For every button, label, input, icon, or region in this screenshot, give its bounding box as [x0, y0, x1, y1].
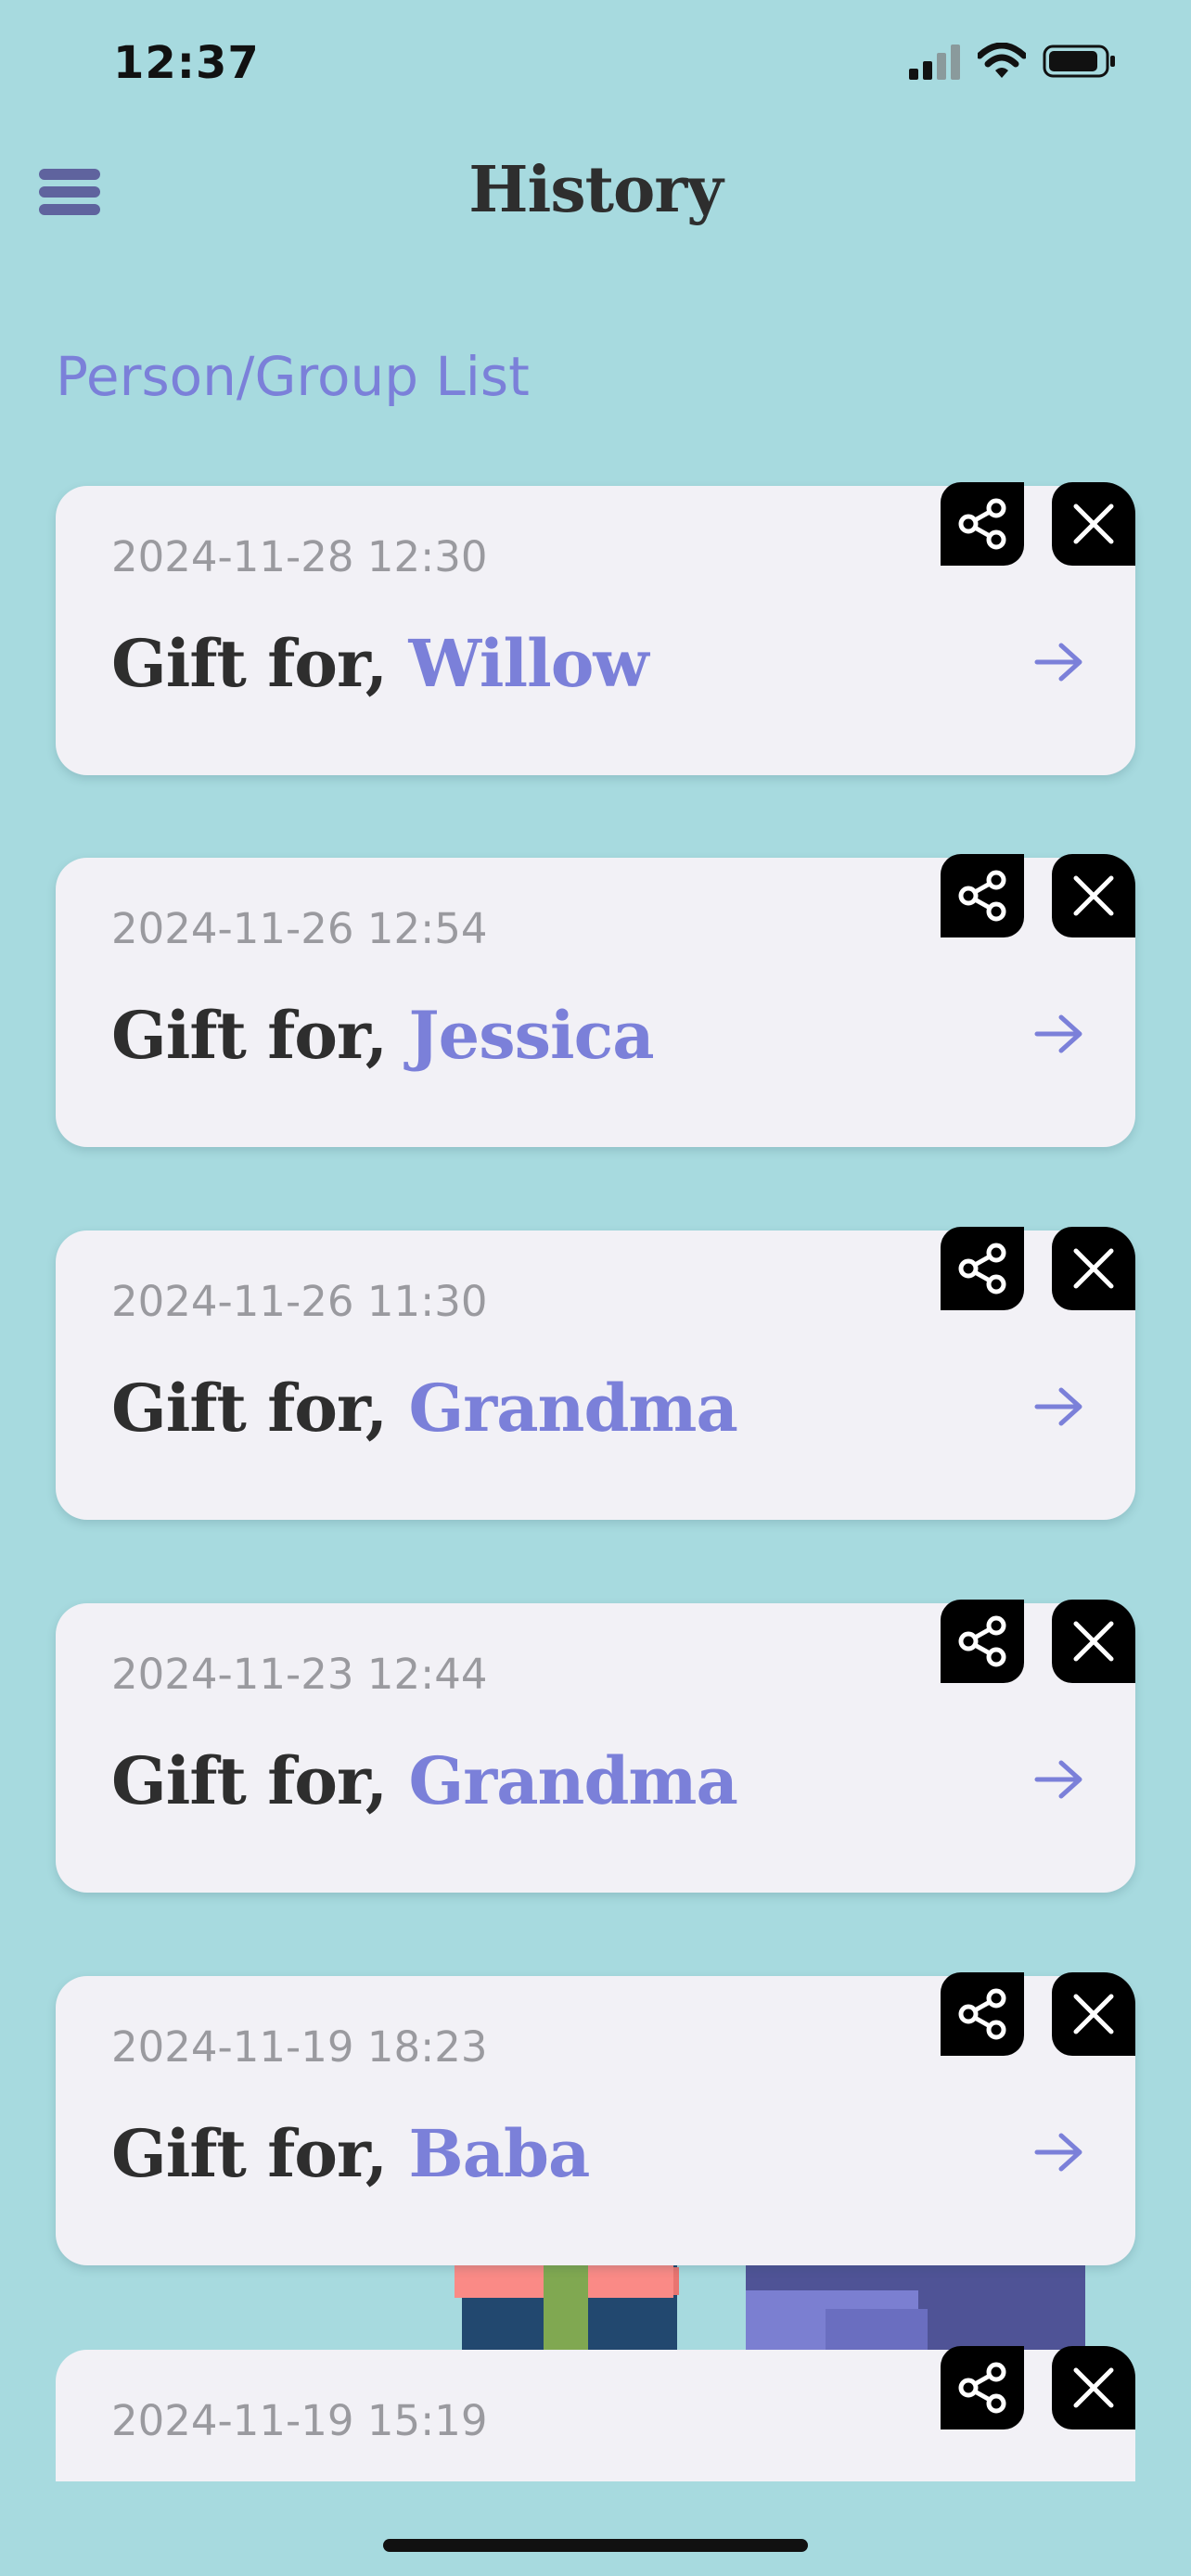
share-button[interactable] [941, 1227, 1024, 1310]
history-card[interactable]: 2024-11-26 12:54 Gift for, Jessica [56, 854, 1135, 1147]
page-title: History [468, 153, 723, 227]
history-card[interactable]: 2024-11-28 12:30 Gift for, Willow [56, 482, 1135, 775]
share-button[interactable] [941, 2346, 1024, 2429]
arrow-right-icon [1034, 1760, 1082, 1799]
close-icon [1073, 2367, 1114, 2408]
share-icon [958, 498, 1006, 550]
card-date: 2024-11-19 18:23 [111, 2022, 488, 2072]
delete-button[interactable] [1052, 2346, 1135, 2429]
card-title-prefix: Gift for, [111, 1742, 409, 1819]
card-recipient: Willow [408, 625, 649, 702]
delete-button[interactable] [1052, 1972, 1135, 2056]
delete-button[interactable] [1052, 1600, 1135, 1683]
status-time: 12:37 [113, 37, 260, 89]
share-button[interactable] [941, 1972, 1024, 2056]
card-date: 2024-11-23 12:44 [111, 1650, 488, 1699]
card-title: Gift for, Willow [111, 625, 649, 702]
arrow-right-icon [1034, 643, 1082, 682]
wifi-icon [976, 42, 1028, 84]
card-date: 2024-11-26 12:54 [111, 904, 488, 953]
card-date: 2024-11-19 15:19 [111, 2396, 488, 2445]
battery-icon [1043, 43, 1117, 84]
share-button[interactable] [941, 1600, 1024, 1683]
status-bar: 12:37 [0, 0, 1191, 130]
card-title: Gift for, Grandma [111, 1370, 738, 1447]
card-title-prefix: Gift for, [111, 2115, 409, 2192]
close-icon [1073, 1248, 1114, 1289]
history-card[interactable]: 2024-11-23 12:44 Gift for, Grandma [56, 1600, 1135, 1893]
share-button[interactable] [941, 482, 1024, 566]
delete-button[interactable] [1052, 482, 1135, 566]
card-recipient: Jessica [408, 997, 655, 1074]
share-icon [958, 1988, 1006, 2040]
history-card[interactable]: 2024-11-19 18:23 Gift for, Baba [56, 1972, 1135, 2265]
card-recipient: Grandma [408, 1370, 738, 1447]
close-icon [1073, 1621, 1114, 1662]
card-date: 2024-11-28 12:30 [111, 532, 488, 581]
arrow-right-icon [1034, 1014, 1082, 1053]
delete-button[interactable] [1052, 854, 1135, 937]
home-indicator[interactable] [383, 2539, 808, 2552]
share-icon [958, 1243, 1006, 1294]
person-group-list-link[interactable]: Person/Group List [56, 345, 530, 408]
card-title-prefix: Gift for, [111, 1370, 409, 1447]
share-button[interactable] [941, 854, 1024, 937]
arrow-right-icon [1034, 1387, 1082, 1426]
arrow-right-icon [1034, 2133, 1082, 2172]
close-icon [1073, 875, 1114, 916]
card-title: Gift for, Jessica [111, 997, 655, 1074]
card-title: Gift for, Baba [111, 2115, 591, 2192]
share-icon [958, 2362, 1006, 2414]
card-title-prefix: Gift for, [111, 997, 409, 1074]
close-icon [1073, 504, 1114, 544]
card-date: 2024-11-26 11:30 [111, 1277, 488, 1326]
status-icons [909, 42, 1117, 84]
share-icon [958, 1615, 1006, 1667]
close-icon [1073, 1994, 1114, 2034]
card-title: Gift for, Grandma [111, 1742, 738, 1819]
share-icon [958, 870, 1006, 922]
card-recipient: Baba [408, 2115, 591, 2192]
cellular-signal-icon [909, 43, 961, 84]
card-recipient: Grandma [408, 1742, 738, 1819]
history-card[interactable]: 2024-11-26 11:30 Gift for, Grandma [56, 1227, 1135, 1520]
card-title-prefix: Gift for, [111, 625, 409, 702]
history-card[interactable]: 2024-11-19 15:19 [56, 2346, 1135, 2481]
delete-button[interactable] [1052, 1227, 1135, 1310]
